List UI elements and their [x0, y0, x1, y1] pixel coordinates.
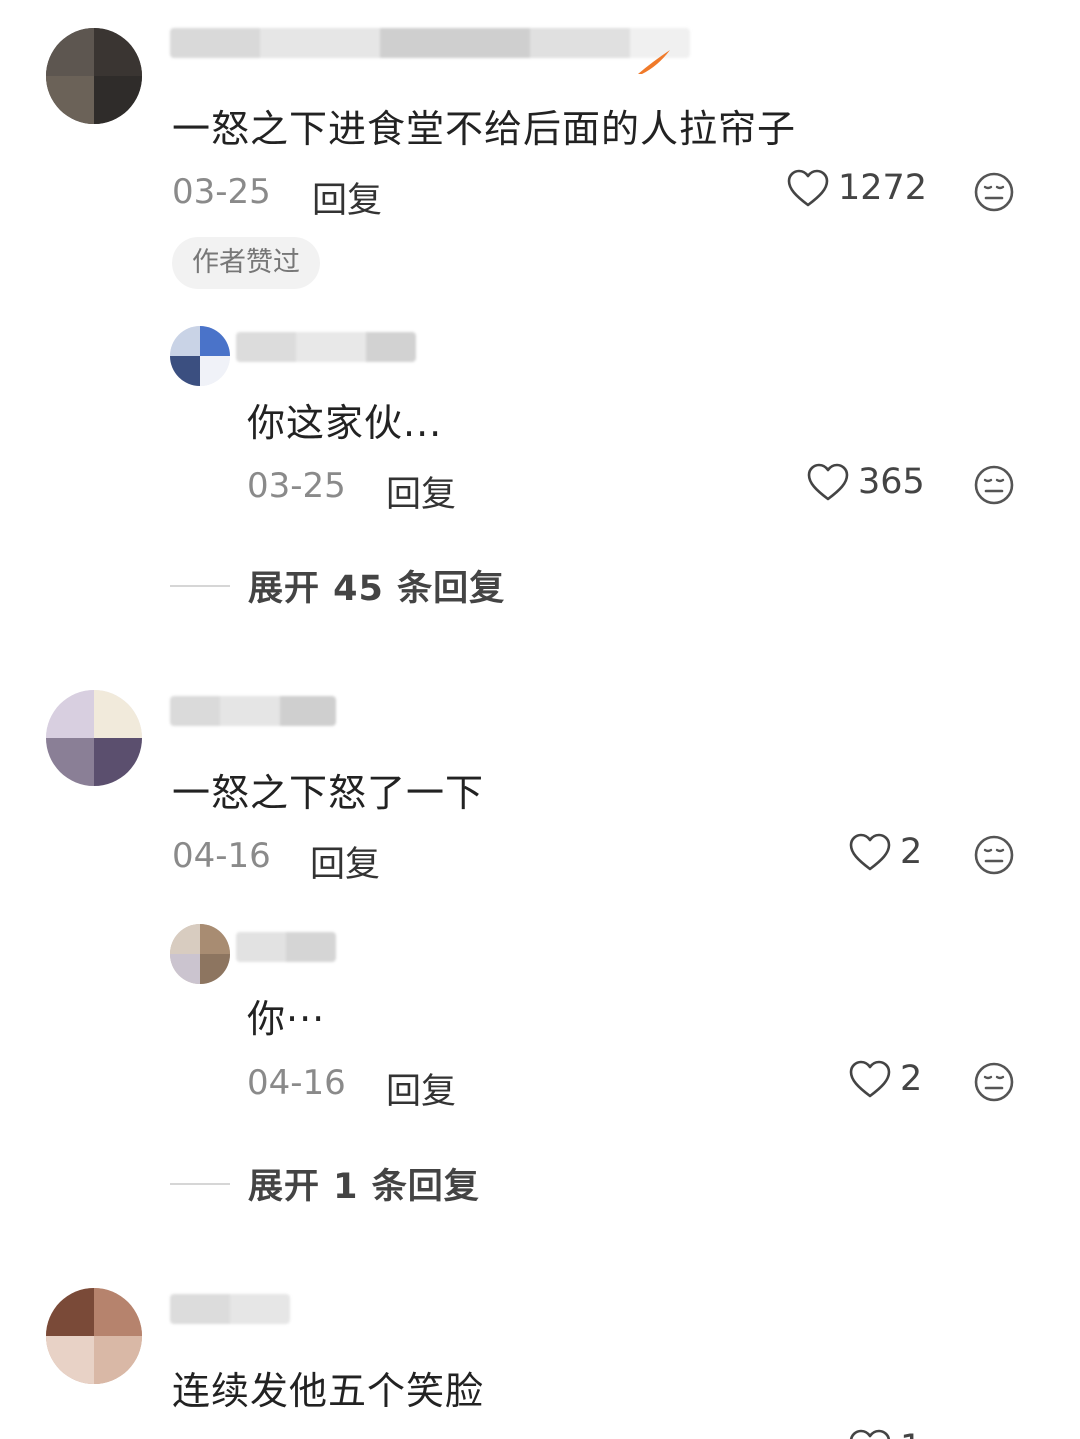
reply-date: 03-25 [247, 466, 346, 506]
heart-outline-icon [787, 169, 829, 207]
comment-text: 连续发他五个笑脸 [172, 1369, 485, 1413]
comment-text: 一怒之下进食堂不给后面的人拉帘子 [172, 107, 797, 151]
avatar[interactable] [46, 690, 142, 786]
heart-outline-icon [849, 833, 891, 871]
reply-button[interactable]: 回复 [386, 466, 456, 517]
username-blurred[interactable] [170, 28, 690, 58]
reply-button[interactable]: 回复 [310, 836, 380, 887]
avatar[interactable] [170, 326, 230, 386]
comment-text: 一怒之下怒了一下 [172, 771, 485, 815]
expand-replies-button[interactable]: 展开 1 条回复 [170, 1158, 480, 1209]
heart-outline-icon [807, 463, 849, 501]
reply-text: 你··· [247, 997, 326, 1041]
reply-button[interactable]: 回复 [386, 1063, 456, 1114]
like-button[interactable]: 2 [848, 832, 922, 872]
heart-outline-icon [849, 1060, 891, 1098]
like-count: 1272 [838, 168, 928, 208]
comment-date: 04-16 [172, 836, 271, 876]
comment-date: 03-25 [172, 172, 271, 212]
username-blurred[interactable] [236, 332, 416, 362]
badge-feather-icon [638, 50, 670, 74]
like-count: 1 [900, 1428, 922, 1439]
expand-replies-label: 展开 45 条回复 [248, 569, 506, 609]
like-button[interactable]: 1272 [786, 168, 927, 208]
like-count: 2 [900, 832, 923, 872]
avatar[interactable] [170, 924, 230, 984]
like-button[interactable]: 365 [806, 462, 925, 502]
expand-replies-button[interactable]: 展开 45 条回复 [170, 560, 505, 611]
expand-replies-label: 展开 1 条回复 [248, 1167, 480, 1207]
neutral-face-icon[interactable] [973, 171, 1015, 213]
reply-date: 04-16 [247, 1063, 346, 1103]
username-blurred[interactable] [236, 932, 336, 962]
heart-outline-icon [849, 1429, 891, 1439]
neutral-face-icon[interactable] [973, 1061, 1015, 1103]
author-liked-badge: 作者赞过 [172, 237, 320, 289]
like-count: 365 [858, 462, 925, 502]
reply-text: 你这家伙... [247, 401, 443, 445]
avatar[interactable] [46, 1288, 142, 1384]
like-button[interactable]: 1 [848, 1428, 922, 1439]
neutral-face-icon[interactable] [973, 464, 1015, 506]
avatar[interactable] [46, 28, 142, 124]
username-blurred[interactable] [170, 1294, 290, 1324]
reply-button[interactable]: 回复 [312, 172, 382, 223]
divider [170, 1182, 230, 1185]
like-count: 2 [900, 1059, 923, 1099]
divider [170, 584, 230, 587]
like-button[interactable]: 2 [848, 1059, 922, 1099]
username-blurred[interactable] [170, 696, 336, 726]
neutral-face-icon[interactable] [973, 834, 1015, 876]
